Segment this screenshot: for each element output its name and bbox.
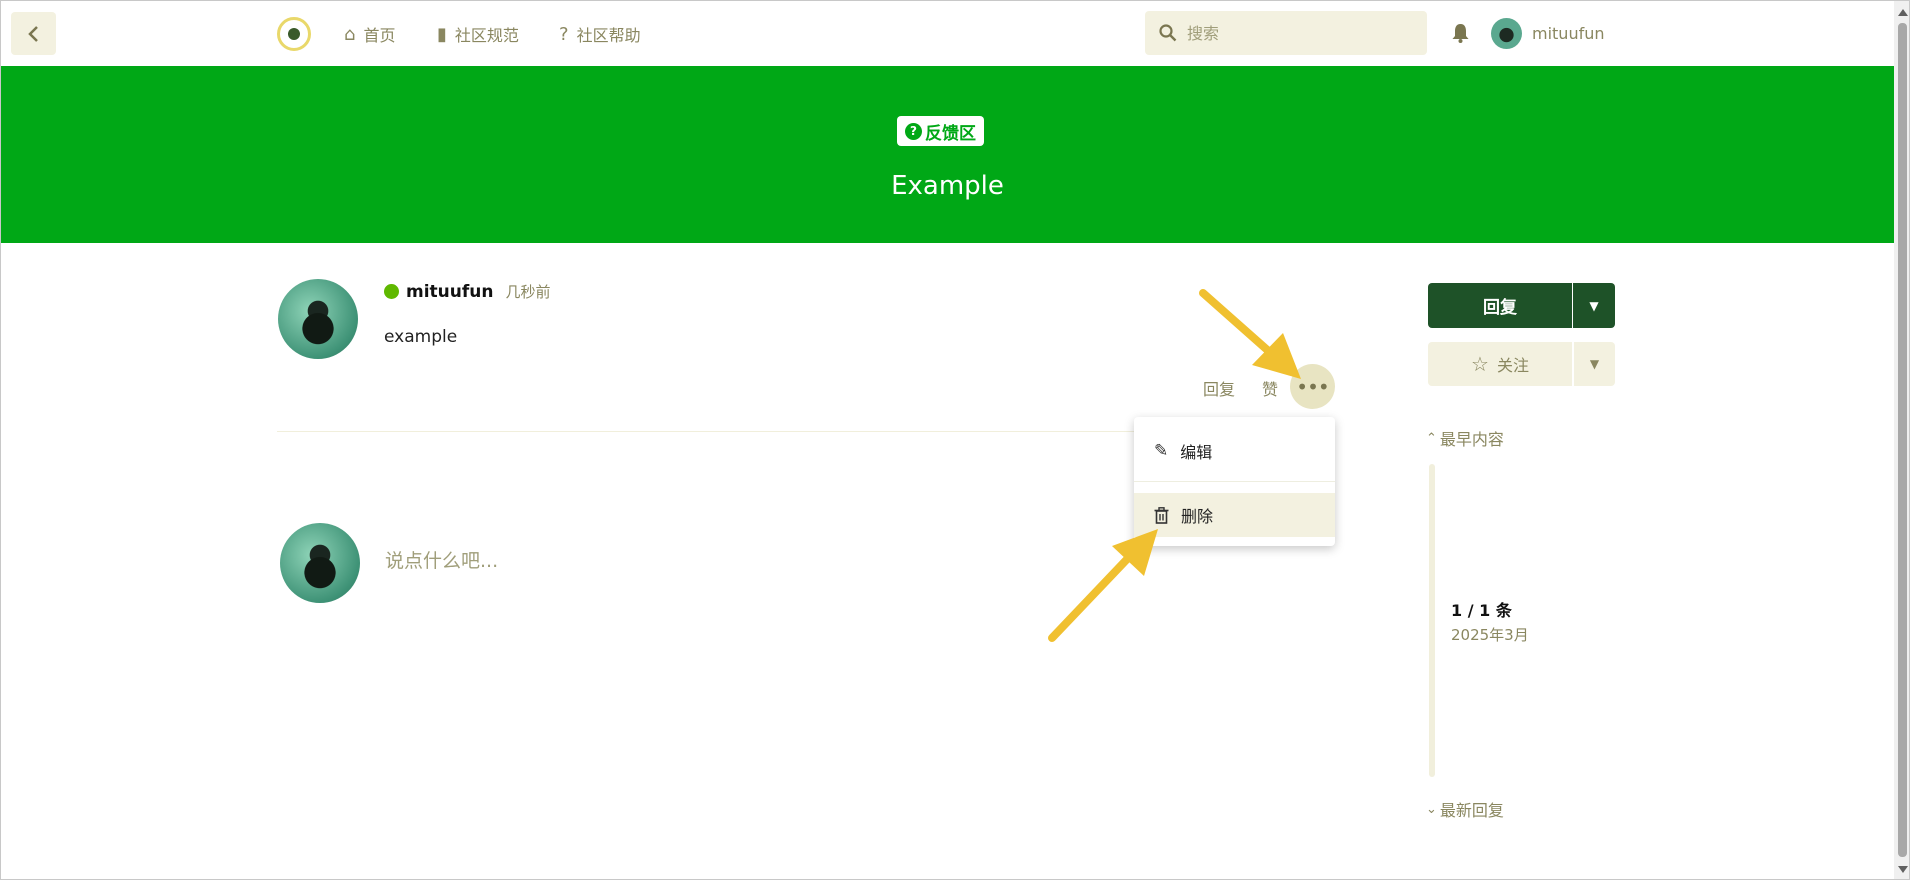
reply-options-button[interactable]: ▼ (1573, 283, 1615, 328)
username-label: mituufun (1532, 24, 1605, 43)
site-logo[interactable] (277, 17, 311, 51)
timeline-progress: 1 / 1 条 (1451, 601, 1512, 620)
post-meta: mituufun 几秒前 (384, 281, 551, 302)
caret-down-icon: ▼ (1589, 298, 1599, 313)
post-author-avatar[interactable] (278, 279, 358, 359)
book-icon: ▮ (437, 23, 447, 45)
user-menu[interactable]: mituufun (1491, 18, 1605, 49)
edit-menu-item[interactable]: ✎ 编辑 (1134, 429, 1335, 473)
reply-button[interactable]: 回复 (1428, 283, 1572, 328)
question-circle-icon: ? (559, 23, 569, 45)
nav-help[interactable]: ? 社区帮助 (559, 22, 641, 46)
notifications-button[interactable] (1451, 23, 1470, 47)
search-bar[interactable] (1145, 11, 1427, 55)
nav-rules[interactable]: ▮ 社区规范 (437, 22, 519, 46)
timeline-date: 2025年3月 (1451, 626, 1529, 644)
post-reply-button[interactable]: 回复 (1203, 376, 1235, 400)
like-button[interactable]: 赞 (1262, 376, 1278, 400)
home-icon: ⌂ (344, 23, 356, 45)
search-icon (1159, 24, 1177, 42)
arrow-to-more-button (1199, 289, 1301, 379)
chevron-left-icon (27, 25, 38, 42)
page: ⌂ 首页 ▮ 社区规范 ? 社区帮助 mituufun ? 反馈区 Exampl… (0, 0, 1910, 880)
double-chevron-up-icon: ⌃ (1426, 430, 1437, 446)
composer-avatar (280, 523, 360, 603)
latest-reply-link[interactable]: ⌄ 最新回复 (1426, 797, 1504, 821)
ellipsis-icon: ••• (1296, 374, 1329, 399)
post-options-menu: ✎ 编辑 删除 (1134, 417, 1335, 546)
follow-button[interactable]: ☆ 关注 (1428, 342, 1572, 386)
follow-options-button[interactable]: ▼ (1574, 342, 1615, 386)
pencil-icon: ✎ (1154, 441, 1169, 461)
search-input[interactable] (1187, 23, 1407, 43)
post-author-name[interactable]: mituufun (406, 282, 493, 302)
topic-title: Example (891, 171, 1004, 201)
post-time[interactable]: 几秒前 (505, 281, 550, 302)
question-circle-icon: ? (905, 122, 922, 140)
timeline-scrubber[interactable] (1429, 464, 1435, 777)
topic-hero: ? 反馈区 Example (1, 66, 1894, 243)
page-scrollbar[interactable] (1894, 1, 1909, 879)
delete-menu-item[interactable]: 删除 (1134, 493, 1335, 537)
reply-composer-placeholder[interactable]: 说点什么吧... (385, 546, 498, 573)
bell-icon (1452, 24, 1469, 43)
trash-icon (1154, 506, 1169, 524)
menu-divider (1134, 481, 1335, 482)
online-status-dot (384, 284, 399, 299)
earliest-content-link[interactable]: ⌃ 最早内容 (1426, 426, 1504, 450)
more-options-button[interactable]: ••• (1290, 364, 1335, 409)
post-content: example (384, 327, 458, 347)
scroll-thumb[interactable] (1898, 23, 1907, 857)
back-button[interactable] (11, 12, 56, 55)
nav-home[interactable]: ⌂ 首页 (344, 22, 395, 46)
top-bar: ⌂ 首页 ▮ 社区规范 ? 社区帮助 mituufun (1, 1, 1894, 66)
avatar (1491, 18, 1522, 49)
star-icon: ☆ (1471, 352, 1489, 376)
double-chevron-down-icon: ⌄ (1426, 801, 1437, 817)
scroll-down-arrow[interactable] (1898, 866, 1908, 873)
caret-down-icon: ▼ (1589, 357, 1600, 371)
category-tag[interactable]: ? 反馈区 (897, 116, 984, 146)
scroll-up-arrow[interactable] (1898, 9, 1908, 16)
